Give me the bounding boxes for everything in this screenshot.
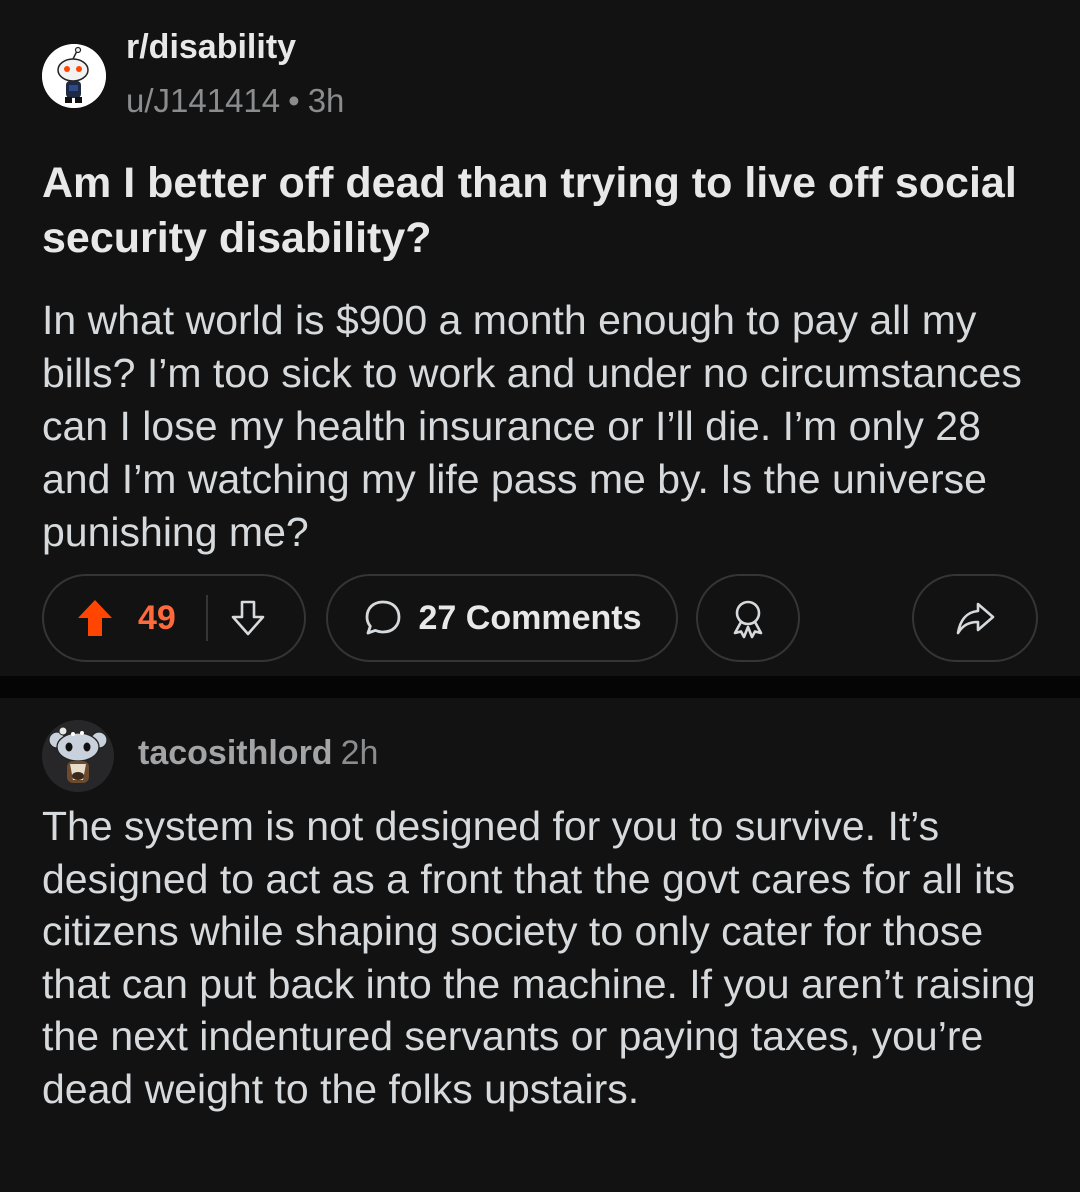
snoo-avatar-icon [42, 44, 106, 108]
upvote-arrow-icon[interactable] [76, 598, 114, 638]
commenter-avatar[interactable] [42, 720, 114, 792]
comment-username[interactable]: tacosithlord [138, 734, 333, 772]
post-meta: u/J141414 • 3h [126, 82, 344, 120]
section-divider [0, 676, 1080, 698]
comments-button[interactable]: 27 Comments [326, 574, 678, 662]
subreddit-avatar[interactable] [42, 44, 106, 108]
downvote-arrow-icon[interactable] [230, 599, 266, 637]
share-arrow-icon [956, 602, 995, 635]
post-age: 3h [307, 82, 345, 119]
speech-bubble-icon [365, 600, 400, 635]
comment-age: 2h [340, 734, 379, 772]
vote-divider [205, 595, 208, 641]
award-button[interactable] [696, 574, 800, 662]
comment-body: The system is not designed for you to su… [42, 803, 1036, 1112]
post-author[interactable]: u/J141414 [126, 82, 280, 119]
post-title[interactable]: Am I better off dead than trying to live… [42, 156, 1042, 266]
comments-count-label: 27 Comments [418, 598, 642, 637]
comment-header: tacosithlord 2h [138, 734, 378, 773]
vote-count: 49 [138, 598, 176, 637]
meta-separator: • [288, 82, 300, 119]
vote-bar: 49 [42, 574, 306, 662]
award-icon [733, 600, 763, 639]
post-body: In what world is $900 a month enough to … [42, 297, 1022, 555]
post-card: r/disability u/J141414 • 3h Am I better of… [0, 0, 1080, 676]
subreddit-name[interactable]: r/disability [126, 28, 296, 67]
commenter-snoo-avatar-icon [42, 720, 114, 792]
share-button[interactable] [912, 574, 1038, 662]
